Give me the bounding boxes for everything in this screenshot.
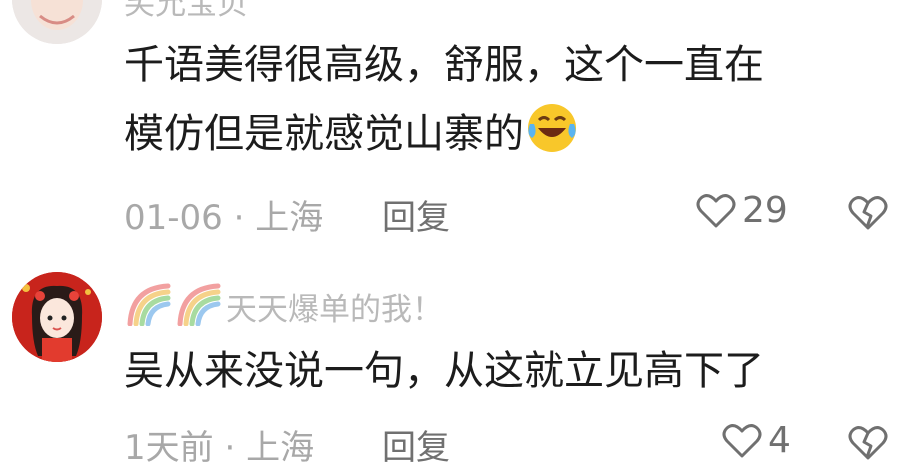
rainbow-badge-icon bbox=[174, 282, 222, 330]
heart-outline-icon bbox=[722, 422, 762, 460]
broken-heart-icon bbox=[848, 426, 888, 466]
comment-text-line: 吴从来没说一句，从这就立见高下了 bbox=[124, 348, 764, 394]
avatar-cartoon-icon bbox=[12, 272, 102, 362]
comment-date: 1天前 bbox=[124, 428, 214, 468]
like-button[interactable]: 4 bbox=[722, 420, 791, 461]
comment-item: 天天爆单的我！ 吴从来没说一句，从这就立见高下了 1天前 · 上海 回复 4 bbox=[0, 0, 906, 469]
rainbow-badge-icon bbox=[124, 282, 172, 330]
dislike-button[interactable] bbox=[848, 424, 888, 466]
avatar[interactable] bbox=[12, 272, 102, 362]
comment-meta: 1天前 · 上海 bbox=[124, 420, 314, 469]
comment-location: 上海 bbox=[246, 428, 315, 468]
like-count: 4 bbox=[768, 420, 791, 461]
meta-separator: · bbox=[224, 428, 236, 468]
comment-text: 吴从来没说一句，从这就立见高下了 bbox=[124, 338, 764, 404]
username[interactable]: 天天爆单的我！ bbox=[226, 284, 443, 329]
reply-button[interactable]: 回复 bbox=[382, 420, 450, 469]
